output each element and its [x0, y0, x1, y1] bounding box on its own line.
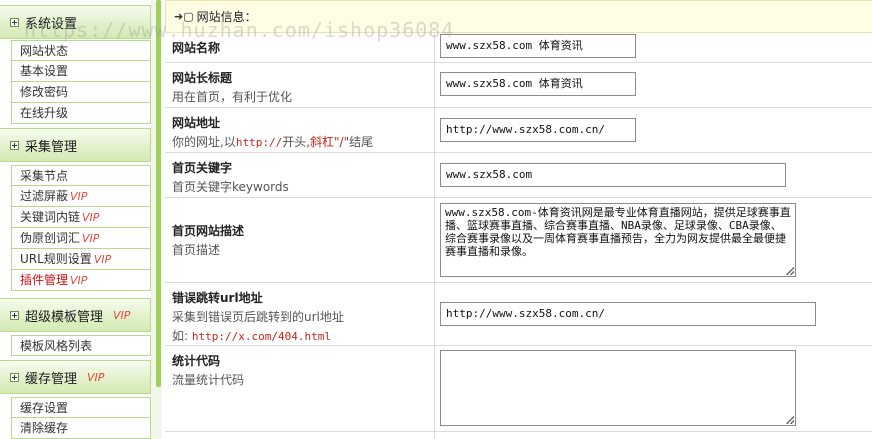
- field-description: 你的网址,以http://开头,斜杠"/"结尾: [172, 135, 374, 149]
- sidebar-item-pseudo-original-words[interactable]: 伪原创词汇 VIP: [12, 228, 150, 249]
- row-next-partial: [165, 432, 872, 439]
- group-title: 系统设置: [25, 16, 78, 32]
- sidebar-item-plugin-management[interactable]: 插件管理 VIP: [12, 270, 150, 291]
- sidebar-item-filter-block[interactable]: 过滤屏蔽 VIP: [12, 186, 150, 207]
- description-textarea[interactable]: www.szx58.com-体育资讯网是最专业体育直播网站，提供足球赛事直播、篮…: [440, 203, 796, 277]
- sidebar-item-clear-cache[interactable]: 清除缓存: [12, 418, 150, 439]
- expand-toggle-icon[interactable]: [10, 17, 19, 27]
- row-stats-code: 统计代码 流量统计代码: [165, 346, 872, 432]
- site-long-title-input[interactable]: www.szx58.com 体育资讯: [440, 72, 636, 96]
- error-url-input[interactable]: http://www.szx58.com.cn/: [440, 302, 816, 326]
- group-title: 超级模板管理: [25, 309, 104, 325]
- vip-badge: VIP: [113, 308, 131, 322]
- sidebar-item-site-status[interactable]: 网站状态: [12, 40, 150, 61]
- field-description: 首页关键字keywords: [172, 180, 289, 194]
- resize-grip-icon[interactable]: [786, 267, 794, 275]
- sidebar-item-collection-nodes[interactable]: 采集节点: [12, 165, 150, 186]
- resize-grip-icon[interactable]: [786, 416, 794, 424]
- sidebar: 系统设置 网站状态 基本设置 修改密码 在线升级 采集管理 采集节点 过滤屏蔽 V…: [0, 0, 162, 439]
- field-description: 首页描述: [172, 243, 221, 257]
- row-site-url: 网站地址 你的网址,以http://开头,斜杠"/"结尾 http://www.…: [165, 108, 872, 153]
- system-settings-menu: 网站状态 基本设置 修改密码 在线升级: [11, 40, 151, 124]
- group-cache-management[interactable]: 缓存管理 VIP: [0, 360, 151, 394]
- row-error-url: 错误跳转url地址 采集到错误页后跳转到的url地址 如: http://x.c…: [165, 283, 872, 346]
- stats-code-textarea[interactable]: [440, 350, 796, 426]
- sidebar-item-cache-settings[interactable]: 缓存设置: [12, 397, 150, 418]
- template-menu: 模板风格列表: [11, 335, 151, 356]
- vip-badge: VIP: [70, 190, 88, 203]
- row-site-name: 网站名称 www.szx58.com 体育资讯: [165, 33, 872, 63]
- row-site-long-title: 网站长标题 用在首页，有利于优化 www.szx58.com 体育资讯: [165, 63, 872, 108]
- field-title: 网站长标题: [172, 71, 233, 85]
- vip-badge: VIP: [93, 253, 112, 266]
- keywords-input[interactable]: www.szx58.com: [440, 163, 786, 187]
- vip-badge: VIP: [70, 274, 88, 287]
- group-system-settings[interactable]: 系统设置: [0, 5, 151, 39]
- group-title: 采集管理: [25, 139, 78, 155]
- field-title: 网站地址: [172, 116, 221, 130]
- field-description: 用在首页，有利于优化: [172, 90, 293, 104]
- expand-toggle-icon[interactable]: [10, 372, 19, 382]
- group-collection-management[interactable]: 采集管理: [0, 128, 151, 162]
- section-title: 网站信息：: [196, 10, 257, 24]
- field-title: 首页关键字: [172, 161, 233, 175]
- field-description: 流量统计代码: [172, 373, 245, 387]
- sidebar-item-basic-settings[interactable]: 基本设置: [12, 61, 150, 82]
- sidebar-item-url-rules[interactable]: URL规则设置 VIP: [12, 249, 150, 270]
- sidebar-scrollbar-thumb[interactable]: [156, 0, 161, 387]
- site-url-input[interactable]: http://www.szx58.com.cn/: [440, 118, 636, 142]
- field-title: 首页网站描述: [172, 224, 245, 238]
- group-title: 缓存管理: [25, 371, 78, 387]
- field-title: 网站名称: [172, 41, 221, 55]
- row-keywords: 首页关键字 首页关键字keywords www.szx58.com: [165, 153, 872, 198]
- cache-menu: 缓存设置 清除缓存: [11, 397, 151, 439]
- sidebar-item-template-styles[interactable]: 模板风格列表: [12, 335, 150, 356]
- expand-toggle-icon[interactable]: [10, 140, 19, 150]
- field-example: 如: http://x.com/404.html: [172, 329, 331, 343]
- expand-toggle-icon[interactable]: [10, 310, 19, 320]
- field-description: 采集到错误页后跳转到的url地址: [172, 310, 344, 324]
- vip-badge: VIP: [82, 232, 100, 245]
- main-content: ➜▢ 网站信息： 网站名称 www.szx58.com 体育资讯 网站长标题 用…: [165, 0, 872, 439]
- field-title: 统计代码: [172, 354, 221, 368]
- collection-menu: 采集节点 过滤屏蔽 VIP 关键词内链 VIP 伪原创词汇 VIP URL规则设置 VI…: [11, 165, 151, 291]
- arrow-page-icon: ➜▢: [174, 10, 194, 23]
- field-title: 错误跳转url地址: [172, 291, 263, 305]
- row-description: 首页网站描述 首页描述 www.szx58.com-体育资讯网是最专业体育直播网…: [165, 198, 872, 283]
- vip-badge: VIP: [87, 370, 105, 384]
- section-header: ➜▢ 网站信息：: [165, 0, 872, 33]
- group-template-management[interactable]: 超级模板管理 VIP: [0, 298, 151, 332]
- sidebar-item-change-password[interactable]: 修改密码: [12, 82, 150, 103]
- site-name-input[interactable]: www.szx58.com 体育资讯: [440, 34, 636, 58]
- sidebar-item-keyword-links[interactable]: 关键词内链 VIP: [12, 207, 150, 228]
- sidebar-item-online-upgrade[interactable]: 在线升级: [12, 103, 150, 124]
- vip-badge: VIP: [82, 211, 100, 224]
